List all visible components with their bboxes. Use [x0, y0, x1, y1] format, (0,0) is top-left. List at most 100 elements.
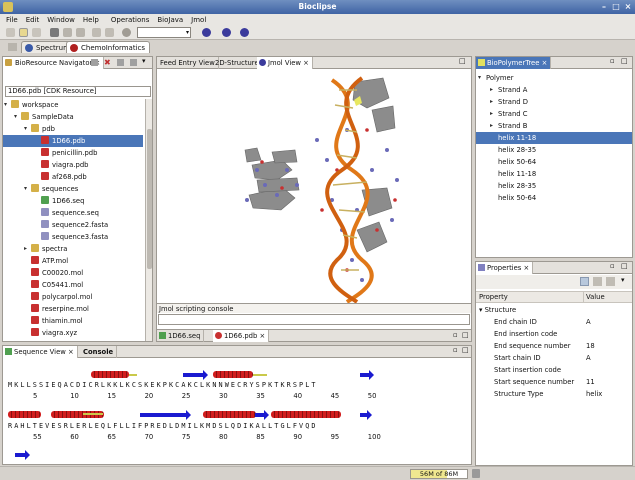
tree-item[interactable]: ▾ pdb: [3, 123, 143, 135]
polymer-tree-item[interactable]: ▸ Strand A: [476, 84, 632, 96]
expanded-twisty-icon[interactable]: ▾: [24, 126, 30, 132]
polymer-tree-item[interactable]: helix 50-64: [476, 156, 632, 168]
expanded-twisty-icon[interactable]: ▾: [478, 75, 484, 81]
property-group-structure[interactable]: ▾ Structure: [479, 304, 516, 316]
open-perspective-icon[interactable]: [8, 43, 17, 51]
maximize-props-icon[interactable]: □: [621, 262, 628, 270]
tab-1d66-seq[interactable]: 1D66.seq: [157, 330, 205, 342]
tab-sequence-view[interactable]: Sequence View ×: [3, 346, 78, 358]
polymer-tree-item[interactable]: helix 28-35: [476, 180, 632, 192]
tab-bioresource-navigator[interactable]: BioResource Navigator ×: [3, 57, 105, 69]
tree-item[interactable]: ATP.mol: [3, 255, 143, 267]
property-row[interactable]: Start insertion code: [476, 364, 632, 376]
paste-icon[interactable]: [76, 28, 85, 37]
header-property[interactable]: Property: [479, 292, 508, 303]
combo-box[interactable]: ▾: [137, 27, 191, 38]
jmol-icon-3[interactable]: [240, 28, 249, 37]
property-row[interactable]: Structure Type helix: [476, 388, 632, 400]
tab-feed-entry-view[interactable]: Feed Entry View: [157, 57, 219, 69]
perspective-chemoinformatics[interactable]: ChemoInformatics: [66, 41, 151, 53]
polymer-tree-item[interactable]: ▸ Strand D: [476, 96, 632, 108]
print-icon[interactable]: [32, 28, 41, 37]
menu-biojava[interactable]: BioJava: [157, 16, 183, 24]
tree-item[interactable]: reserpine.mol: [3, 303, 143, 315]
tab-console[interactable]: Console: [80, 346, 118, 358]
collapse-all-icon[interactable]: [91, 59, 98, 66]
property-row[interactable]: End sequence number 18: [476, 340, 632, 352]
polymer-tree-item[interactable]: helix 50-64: [476, 192, 632, 204]
new-icon[interactable]: [6, 28, 15, 37]
tree-item[interactable]: penicillin.pdb: [3, 147, 143, 159]
polymer-tree-item[interactable]: ▸ Strand B: [476, 120, 632, 132]
tree-item[interactable]: sequence3.fasta: [3, 231, 143, 243]
minimize-props-icon[interactable]: ▫: [610, 262, 615, 270]
tree-item[interactable]: ▾ sequences: [3, 183, 143, 195]
tree-item[interactable]: 1D66.pdb: [3, 135, 143, 147]
settings-icon[interactable]: [122, 28, 131, 37]
maximize-view-icon[interactable]: □: [621, 57, 628, 65]
collapsed-twisty-icon[interactable]: ▸: [490, 111, 496, 117]
collapsed-twisty-icon[interactable]: ▸: [490, 87, 496, 93]
maximize-seq-icon[interactable]: □: [462, 346, 469, 354]
jmol-icon-2[interactable]: [222, 28, 231, 37]
tree-item[interactable]: sequence.seq: [3, 207, 143, 219]
polymer-tree-item[interactable]: helix 11-18: [476, 168, 632, 180]
polymer-tree-item[interactable]: helix 11-18: [476, 132, 632, 144]
link-icon[interactable]: [117, 59, 124, 66]
redo-icon[interactable]: [105, 28, 114, 37]
maximize-icon[interactable]: □: [459, 57, 466, 65]
expanded-twisty-icon[interactable]: ▾: [24, 186, 30, 192]
menu-jmol[interactable]: Jmol: [191, 16, 206, 24]
tree-item[interactable]: sequence2.fasta: [3, 219, 143, 231]
polymer-tree-item[interactable]: ▸ Strand C: [476, 108, 632, 120]
tree-item[interactable]: 1D66.seq: [3, 195, 143, 207]
undo-icon[interactable]: [92, 28, 101, 37]
property-row[interactable]: Start sequence number 11: [476, 376, 632, 388]
scroll-thumb[interactable]: [147, 129, 152, 269]
tab-jmol-view[interactable]: Jmol View ×: [257, 57, 313, 69]
resource-field[interactable]: 1D66.pdb [CDK Resource]: [5, 86, 151, 97]
polymer-tree-item[interactable]: ▾ Polymer: [476, 72, 632, 84]
tab-biopolymertree[interactable]: BioPolymerTree ×: [476, 57, 552, 69]
maximize-icon[interactable]: □: [611, 2, 621, 12]
property-row[interactable]: Start chain ID A: [476, 352, 632, 364]
jmol-icon-1[interactable]: [202, 28, 211, 37]
restore-default-icon[interactable]: [606, 277, 615, 286]
tree-item[interactable]: polycarpol.mol: [3, 291, 143, 303]
tree-item[interactable]: viagra.pdb: [3, 159, 143, 171]
tree-item[interactable]: thiamin.mol: [3, 315, 143, 327]
filter-icon[interactable]: [593, 277, 602, 286]
menu-file[interactable]: File: [6, 16, 18, 24]
tab-properties[interactable]: Properties ×: [476, 262, 534, 274]
view-menu-icon[interactable]: ▾: [142, 57, 146, 65]
polymer-tree-item[interactable]: helix 28-35: [476, 144, 632, 156]
menu-edit[interactable]: Edit: [26, 16, 40, 24]
maximize-editor-icon[interactable]: □: [462, 331, 469, 339]
header-value[interactable]: Value: [586, 292, 605, 303]
tree-item[interactable]: ▾ workspace: [3, 99, 143, 111]
minimize-view-icon[interactable]: ▫: [610, 57, 615, 65]
tree-item[interactable]: af268.pdb: [3, 171, 143, 183]
property-row[interactable]: End insertion code: [476, 328, 632, 340]
cut-icon[interactable]: [50, 28, 59, 37]
jmol-3d-view[interactable]: [157, 70, 471, 303]
expanded-twisty-icon[interactable]: ▾: [14, 114, 20, 120]
minimize-seq-icon[interactable]: ▫: [453, 346, 458, 354]
tab-1d66-pdb[interactable]: 1D66.pdb ×: [213, 330, 270, 342]
tree-item[interactable]: C00020.mol: [3, 267, 143, 279]
garbage-collect-icon[interactable]: [472, 469, 480, 478]
restore-icon[interactable]: ▫: [453, 331, 458, 339]
tree-item[interactable]: ▸ spectra: [3, 243, 143, 255]
properties-menu-icon[interactable]: ▾: [621, 276, 625, 284]
tree-item[interactable]: C05441.mol: [3, 279, 143, 291]
minimize-icon[interactable]: –: [599, 2, 609, 12]
close-icon[interactable]: ×: [623, 2, 633, 12]
collapsed-twisty-icon[interactable]: ▸: [24, 246, 30, 252]
copy-icon[interactable]: [63, 28, 72, 37]
property-row[interactable]: End chain ID A: [476, 316, 632, 328]
tree-item[interactable]: ▾ SampleData: [3, 111, 143, 123]
menu-operations[interactable]: Operations: [111, 16, 149, 24]
menu-window[interactable]: Window: [47, 16, 75, 24]
tab-2d-structure[interactable]: 2D-Structure: [212, 57, 263, 69]
delete-icon[interactable]: ✖: [104, 59, 111, 67]
